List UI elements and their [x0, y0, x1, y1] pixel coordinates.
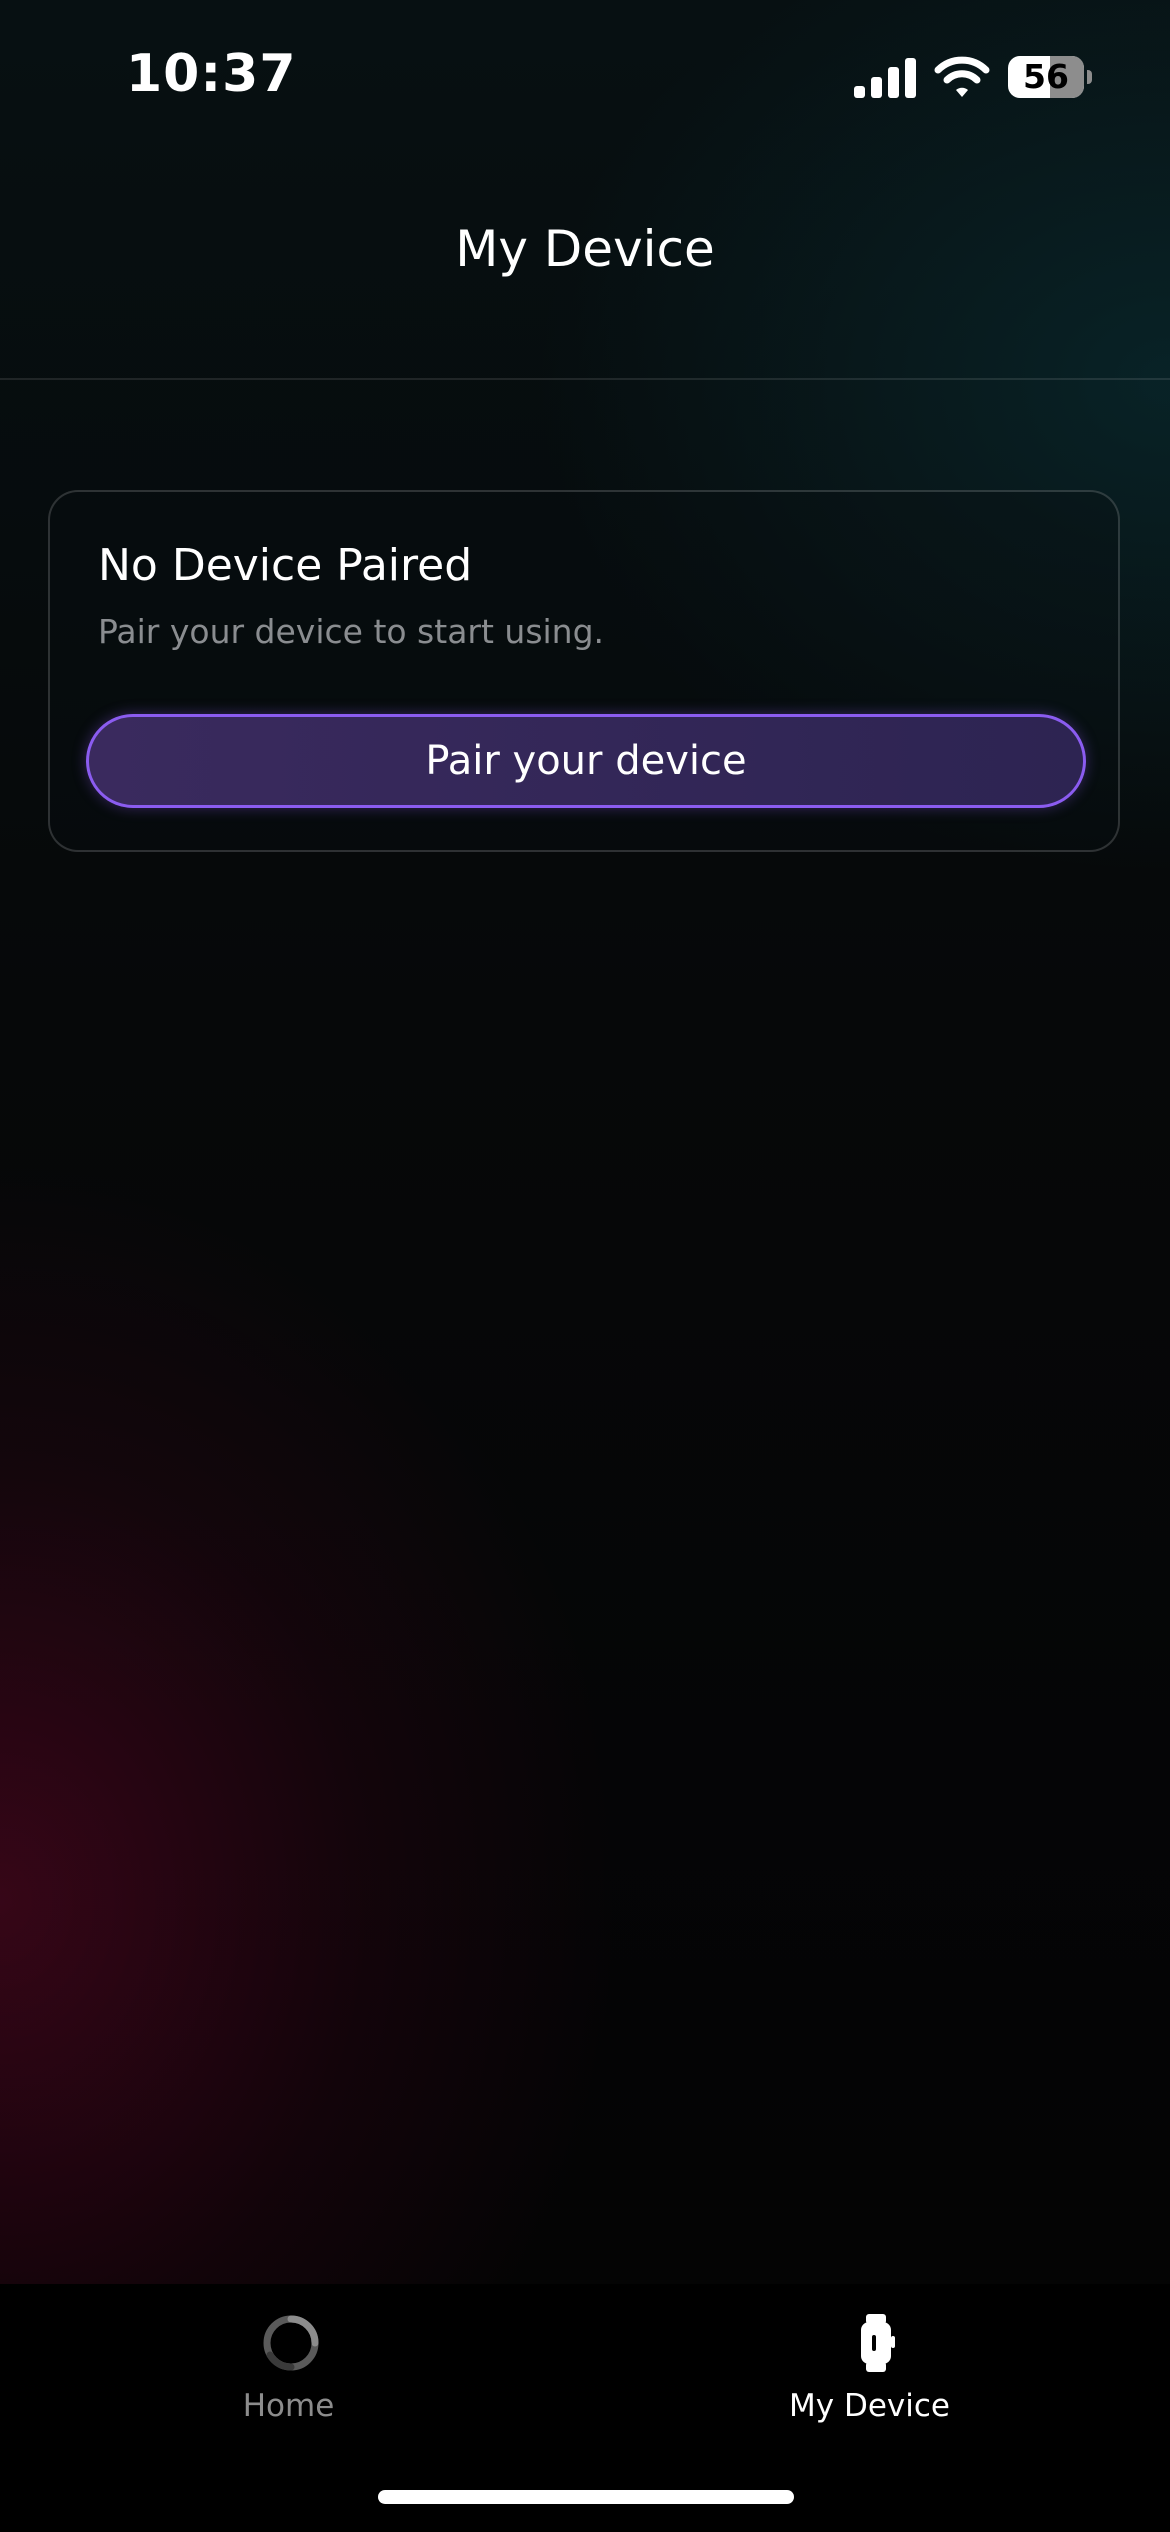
page-header: My Device — [0, 150, 1170, 380]
card-subtitle: Pair your device to start using. — [98, 612, 605, 651]
battery-body: 56 — [1008, 56, 1084, 98]
tab-home[interactable]: Home — [0, 2284, 585, 2454]
tab-my-device-label: My Device — [789, 2388, 950, 2424]
home-indicator[interactable] — [378, 2490, 794, 2504]
wifi-icon — [934, 56, 990, 97]
home-ring-icon — [263, 2315, 319, 2371]
pair-device-button-label: Pair your device — [425, 738, 747, 784]
card-title: No Device Paired — [98, 540, 473, 591]
tab-my-device[interactable]: My Device — [585, 2284, 1170, 2454]
device-card: No Device Paired Pair your device to sta… — [48, 490, 1120, 852]
signal-icon — [854, 58, 916, 98]
pair-device-button[interactable]: Pair your device — [86, 714, 1086, 808]
status-bar: 10:37 56 — [0, 0, 1170, 150]
battery-nub — [1087, 70, 1092, 84]
watch-icon — [861, 2314, 895, 2372]
battery-icon: 56 — [1008, 56, 1092, 98]
battery-level: 56 — [1023, 57, 1069, 96]
status-time: 10:37 — [126, 44, 297, 104]
tab-home-label: Home — [242, 2388, 335, 2424]
page-title: My Device — [455, 220, 715, 278]
